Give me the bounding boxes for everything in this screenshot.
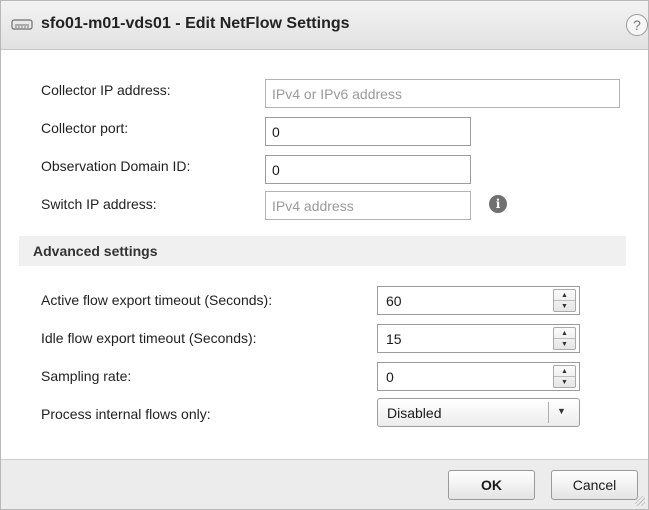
dropdown-divider: [548, 402, 549, 423]
cancel-button[interactable]: Cancel: [551, 470, 638, 500]
observation-domain-id-input[interactable]: [265, 155, 471, 184]
idle-timeout-stepper[interactable]: 15 ▲ ▼: [377, 324, 580, 353]
collector-ip-input[interactable]: [265, 79, 620, 108]
internal-flows-select[interactable]: Disabled ▼: [377, 398, 580, 427]
collector-port-label: Collector port:: [41, 120, 129, 136]
resize-grip-icon[interactable]: [635, 496, 645, 506]
spin-down-icon[interactable]: ▼: [554, 301, 575, 312]
dialog-footer: OK Cancel: [1, 459, 648, 509]
spin-down-icon[interactable]: ▼: [554, 377, 575, 388]
ok-button[interactable]: OK: [448, 470, 535, 500]
spin-up-icon[interactable]: ▲: [554, 366, 575, 377]
spin-up-icon[interactable]: ▲: [554, 328, 575, 339]
dialog-title: sfo01-m01-vds01 - Edit NetFlow Settings: [41, 15, 350, 32]
observation-domain-id-label: Observation Domain ID:: [41, 158, 191, 174]
dialog-titlebar[interactable]: sfo01-m01-vds01 - Edit NetFlow Settings …: [1, 1, 648, 50]
internal-flows-label: Process internal flows only:: [41, 406, 211, 422]
switch-icon: [11, 19, 33, 30]
switch-ip-input[interactable]: [265, 191, 471, 220]
active-timeout-value: 60: [386, 293, 402, 309]
advanced-settings-header: Advanced settings: [19, 236, 626, 266]
active-timeout-stepper[interactable]: 60 ▲ ▼: [377, 286, 580, 315]
active-timeout-spin-buttons: ▲ ▼: [553, 289, 576, 312]
advanced-settings-title: Advanced settings: [33, 243, 158, 259]
sampling-rate-spin-buttons: ▲ ▼: [553, 365, 576, 388]
collector-ip-label: Collector IP address:: [41, 82, 171, 98]
idle-timeout-spin-buttons: ▲ ▼: [553, 327, 576, 350]
spin-down-icon[interactable]: ▼: [554, 339, 575, 350]
info-icon[interactable]: i: [489, 195, 507, 213]
switch-ip-label: Switch IP address:: [41, 196, 157, 212]
netflow-dialog: sfo01-m01-vds01 - Edit NetFlow Settings …: [0, 0, 649, 510]
idle-timeout-label: Idle flow export timeout (Seconds):: [41, 330, 257, 346]
collector-port-input[interactable]: [265, 117, 471, 146]
chevron-down-icon: ▼: [557, 406, 566, 416]
sampling-rate-value: 0: [386, 369, 394, 385]
idle-timeout-value: 15: [386, 331, 402, 347]
spin-up-icon[interactable]: ▲: [554, 290, 575, 301]
internal-flows-value: Disabled: [387, 405, 442, 421]
help-icon[interactable]: ?: [626, 14, 648, 36]
active-timeout-label: Active flow export timeout (Seconds):: [41, 292, 273, 308]
sampling-rate-stepper[interactable]: 0 ▲ ▼: [377, 362, 580, 391]
sampling-rate-label: Sampling rate:: [41, 368, 132, 384]
